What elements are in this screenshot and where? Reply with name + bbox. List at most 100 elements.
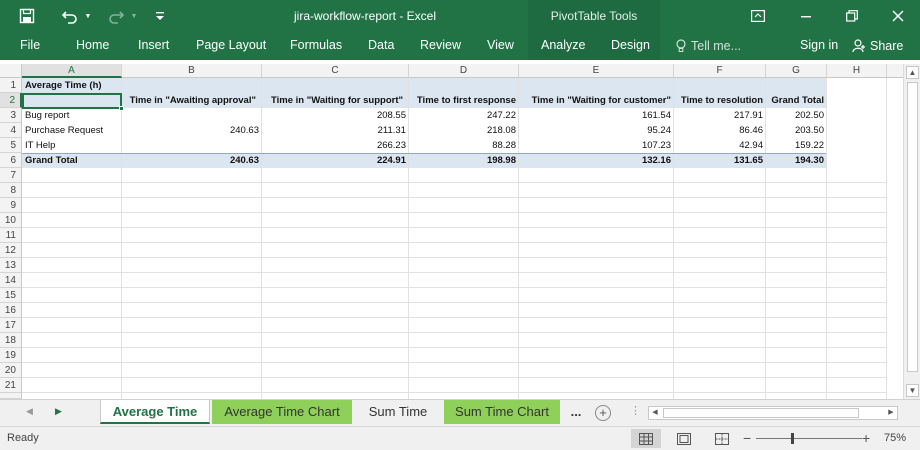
scroll-up-icon[interactable]: ▲ [906,66,919,79]
normal-view-icon[interactable] [631,429,661,448]
horizontal-scroll-thumb[interactable] [663,408,859,418]
pivot-value[interactable]: 88.28 [409,138,519,153]
row-header[interactable]: 1 [0,78,22,93]
pivot-col-header[interactable]: Time to resolution [674,93,766,108]
pivot-value[interactable]: 202.50 [766,108,827,123]
row-header[interactable]: 2 [0,93,22,108]
tab-analyze[interactable]: Analyze [541,32,585,60]
prev-sheet-icon[interactable]: ◀ [26,406,33,417]
column-header-a[interactable]: A [22,64,122,78]
row-header[interactable]: 10 [0,213,22,228]
sheet-tab-sum-time-chart[interactable]: Sum Time Chart [444,400,560,424]
pivot-total-value[interactable]: 224.91 [262,153,409,168]
sheet-tab-average-time-chart[interactable]: Average Time Chart [212,400,352,424]
share-button[interactable]: Share [852,32,903,60]
save-icon[interactable] [14,0,40,32]
undo-icon[interactable] [58,0,82,32]
sheet-tab-average-time[interactable]: Average Time [100,400,210,424]
row-header[interactable]: 21 [0,378,22,393]
row-header[interactable]: 17 [0,318,22,333]
pivot-value[interactable]: 107.23 [519,138,674,153]
pivot-value[interactable]: 218.08 [409,123,519,138]
tab-insert[interactable]: Insert [138,32,169,60]
pivot-total-value[interactable]: 131.65 [674,153,766,168]
next-sheet-icon[interactable]: ▶ [55,406,62,417]
pivot-col-header[interactable]: Time in "Waiting for customer" [515,93,674,108]
zoom-slider[interactable] [756,438,862,439]
redo-dropdown-icon[interactable]: ▼ [128,0,140,32]
tab-view[interactable]: View [487,32,514,60]
row-header[interactable]: 16 [0,303,22,318]
row-header[interactable]: 18 [0,333,22,348]
pivot-row-label[interactable]: Purchase Request [22,123,106,138]
scroll-right-icon[interactable]: ▶ [885,407,897,419]
pivot-row-label[interactable]: Bug report [22,108,72,123]
undo-dropdown-icon[interactable]: ▼ [82,0,94,32]
pivot-total-value[interactable]: 240.63 [122,153,262,168]
zoom-in-icon[interactable]: + [862,427,870,450]
tell-me-box[interactable]: Tell me... [676,32,741,60]
tab-data[interactable]: Data [368,32,394,60]
pivot-value[interactable]: 266.23 [262,138,409,153]
pivot-title[interactable]: Average Time (h) [22,78,105,93]
scroll-down-icon[interactable]: ▼ [906,384,919,397]
pivot-value[interactable]: 159.22 [766,138,827,153]
worksheet-grid[interactable]: A B C D E F G H 1 2 3 4 5 6 7 8 9 10 11 … [0,60,903,399]
row-header[interactable]: 6 [0,153,22,168]
pivot-value[interactable]: 161.54 [519,108,674,123]
pivot-value[interactable]: 95.24 [519,123,674,138]
column-header-g[interactable]: G [766,64,827,78]
row-header[interactable]: 3 [0,108,22,123]
row-header[interactable]: 20 [0,363,22,378]
column-header-d[interactable]: D [409,64,519,78]
page-break-view-icon[interactable] [707,429,737,448]
pivot-value[interactable]: 211.31 [262,123,409,138]
customize-qat-icon[interactable] [152,0,168,32]
pivot-value[interactable]: 203.50 [766,123,827,138]
pivot-value[interactable] [122,108,262,123]
redo-icon[interactable] [104,0,128,32]
pivot-row-label[interactable]: IT Help [22,138,58,153]
minimize-icon[interactable] [784,0,828,32]
sign-in-link[interactable]: Sign in [800,32,838,60]
pivot-col-header[interactable]: Grand Total [766,93,827,108]
pivot-total-value[interactable]: 198.98 [409,153,519,168]
split-handle-icon[interactable]: ⋮ [630,404,641,417]
pivot-col-header[interactable]: Time to first response [409,93,519,108]
more-sheets-button[interactable]: ... [564,400,588,424]
tab-design[interactable]: Design [611,32,650,60]
row-header[interactable]: 9 [0,198,22,213]
zoom-slider-thumb[interactable] [791,433,794,444]
zoom-out-icon[interactable]: − [743,427,751,450]
column-header-e[interactable]: E [519,64,674,78]
row-header[interactable]: 8 [0,183,22,198]
tab-home[interactable]: Home [76,32,109,60]
row-header[interactable]: 11 [0,228,22,243]
pivot-total-label[interactable]: Grand Total [22,153,81,168]
tab-formulas[interactable]: Formulas [290,32,342,60]
pivot-total-value[interactable]: 132.16 [519,153,674,168]
scroll-left-icon[interactable]: ◀ [649,407,661,419]
pivot-col-header[interactable]: Time in "Waiting for support" [258,93,409,108]
row-header[interactable]: 14 [0,273,22,288]
pivot-col-header[interactable]: Time in "Awaiting approval" [118,93,262,108]
row-header[interactable]: 19 [0,348,22,363]
pivot-value[interactable]: 217.91 [674,108,766,123]
column-header-c[interactable]: C [262,64,409,78]
active-cell-highlight[interactable] [22,93,122,109]
ribbon-display-icon[interactable] [736,0,780,32]
zoom-level[interactable]: 75% [884,427,906,450]
sheet-tab-sum-time[interactable]: Sum Time [356,400,440,424]
row-header[interactable]: 15 [0,288,22,303]
close-icon[interactable] [876,0,920,32]
vertical-scrollbar[interactable]: ▲ ▼ [903,64,920,399]
pivot-value[interactable]: 247.22 [409,108,519,123]
row-header[interactable]: 7 [0,168,22,183]
tab-file[interactable]: File [20,32,40,60]
restore-icon[interactable] [830,0,874,32]
column-header-h[interactable]: H [827,64,887,78]
tab-page-layout[interactable]: Page Layout [196,32,266,60]
select-all-corner[interactable] [0,64,22,78]
row-header[interactable]: 4 [0,123,22,138]
pivot-total-value[interactable]: 194.30 [766,153,827,168]
